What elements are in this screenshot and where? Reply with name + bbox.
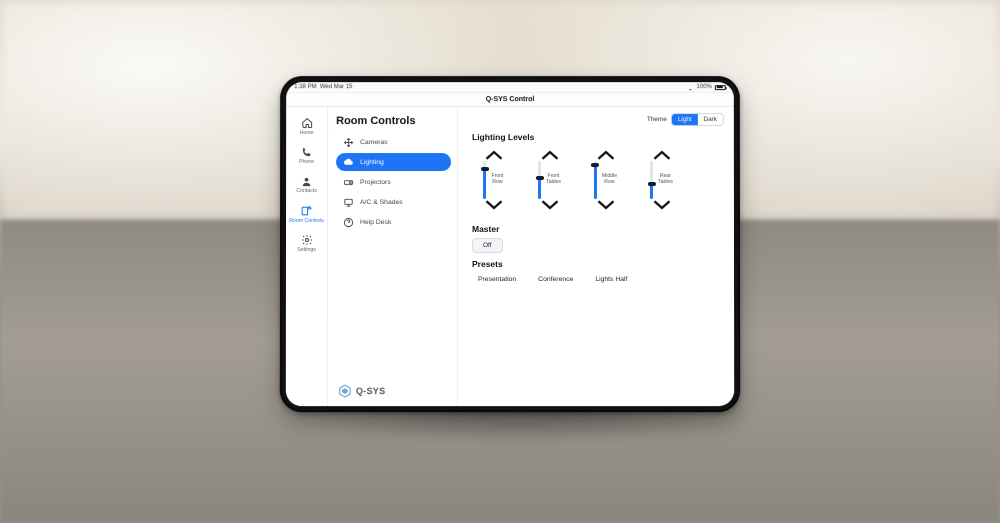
wifi-icon <box>686 84 693 90</box>
side-panel: Room Controls Cameras Lighti <box>328 107 458 406</box>
menu-ac-shades-label: A/C & Shades <box>360 199 403 206</box>
rail-settings[interactable]: Settings <box>287 230 325 257</box>
master-heading: Master <box>472 224 724 234</box>
panel-menu: Cameras Lighting Projector <box>336 133 451 231</box>
slider-middle-row-track[interactable] <box>594 161 597 199</box>
theme-dark-button[interactable]: Dark <box>698 114 723 125</box>
menu-ac-shades[interactable]: A/C & Shades <box>336 193 451 211</box>
menu-lighting-label: Lighting <box>360 159 384 166</box>
slider-middle-row-down[interactable] <box>597 200 615 210</box>
theme-label: Theme <box>647 116 667 123</box>
rail-home[interactable]: Home <box>288 113 326 140</box>
menu-cameras[interactable]: Cameras <box>336 133 451 151</box>
menu-help-desk-label: Help Desk <box>360 219 391 226</box>
slider-middle-row: Middle Row <box>586 150 626 210</box>
rail-phone-label: Phone <box>299 160 314 165</box>
menu-projectors-label: Projectors <box>360 179 391 186</box>
lighting-sliders: Front Row <box>474 150 724 210</box>
preset-presentation[interactable]: Presentation <box>472 273 522 286</box>
slider-front-tables-label: Front Tables <box>545 174 562 185</box>
nav-rail: Home Phone Contacts <box>286 107 328 406</box>
projector-icon <box>342 176 354 188</box>
slider-middle-row-label: Middle Row <box>601 174 618 185</box>
help-icon <box>342 216 354 228</box>
slider-front-tables-down[interactable] <box>541 200 559 210</box>
preset-lights-half[interactable]: Lights Half <box>589 273 633 286</box>
slider-rear-tables-track[interactable] <box>650 161 653 199</box>
brand-logo: Q-SYS <box>336 380 451 400</box>
slider-rear-tables: Rear Tables <box>642 150 682 210</box>
app-title-bar: Q-SYS Control <box>286 93 734 107</box>
master-off-button[interactable]: Off <box>472 238 503 253</box>
slider-front-row-up[interactable] <box>485 150 503 160</box>
menu-help-desk[interactable]: Help Desk <box>336 213 451 231</box>
brand-name: Q-SYS <box>356 386 386 396</box>
home-icon <box>300 116 314 130</box>
slider-front-tables: Front Tables <box>530 150 570 210</box>
panel-title: Room Controls <box>336 115 451 127</box>
rail-home-label: Home <box>300 131 314 136</box>
move-icon <box>342 136 354 148</box>
presets-heading: Presets <box>472 259 724 269</box>
phone-icon <box>300 145 314 159</box>
content-area: Theme Light Dark Lighting Levels <box>458 107 734 406</box>
rail-room-controls-label: Room Controls <box>289 219 324 224</box>
slider-front-row-down[interactable] <box>485 200 503 210</box>
screen-icon <box>342 196 354 208</box>
menu-cameras-label: Cameras <box>360 139 388 146</box>
slider-front-tables-track[interactable] <box>538 161 541 199</box>
hex-logo-icon <box>338 384 352 398</box>
slider-front-row: Front Row <box>474 150 514 210</box>
lighting-levels-heading: Lighting Levels <box>472 132 724 142</box>
menu-lighting[interactable]: Lighting <box>336 153 451 171</box>
screen: 1:38 PM Wed Mar 15 100% Q-SYS Control <box>286 82 734 406</box>
cloud-icon <box>342 156 354 168</box>
slider-middle-row-up[interactable] <box>597 150 615 160</box>
slider-front-tables-up[interactable] <box>541 150 559 160</box>
theme-light-button[interactable]: Light <box>672 114 698 125</box>
rail-contacts-label: Contacts <box>296 189 316 194</box>
status-bar: 1:38 PM Wed Mar 15 100% <box>286 82 734 93</box>
preset-conference[interactable]: Conference <box>532 273 579 286</box>
rail-settings-label: Settings <box>297 248 316 253</box>
slider-front-row-label: Front Row <box>490 174 504 185</box>
slider-rear-tables-up[interactable] <box>653 150 671 160</box>
contacts-icon <box>300 174 314 188</box>
app-title: Q-SYS Control <box>486 96 535 103</box>
tablet-frame: 1:38 PM Wed Mar 15 100% Q-SYS Control <box>280 76 740 412</box>
slider-rear-tables-down[interactable] <box>653 200 671 210</box>
rail-phone[interactable]: Phone <box>288 142 326 169</box>
battery-percent: 100% <box>696 84 711 90</box>
room-controls-icon <box>300 204 314 218</box>
slider-rear-tables-label: Rear Tables <box>657 174 674 185</box>
gear-icon <box>299 233 313 247</box>
rail-contacts[interactable]: Contacts <box>288 171 326 198</box>
battery-icon <box>715 85 726 90</box>
rail-room-controls[interactable]: Room Controls <box>288 201 326 228</box>
menu-projectors[interactable]: Projectors <box>336 173 451 191</box>
status-time-date: 1:38 PM Wed Mar 15 <box>294 84 352 90</box>
theme-toggle: Theme Light Dark <box>647 113 724 126</box>
slider-front-row-track[interactable] <box>483 161 486 199</box>
